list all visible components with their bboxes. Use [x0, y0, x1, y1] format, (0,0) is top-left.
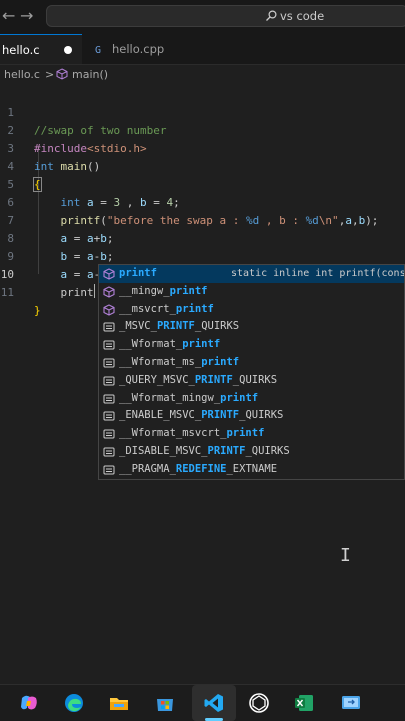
code-line: 1 //swap of two number — [0, 86, 405, 137]
method-cube-icon — [103, 303, 115, 316]
excel-icon[interactable] — [293, 692, 315, 714]
suggestion-item[interactable]: _MSVC_PRINTF_QUIRKS — [99, 318, 404, 336]
editor-tabs: hello.c G hello.cpp — [0, 34, 405, 65]
code-line: 2 #include<stdio.h> — [0, 104, 405, 155]
svg-text:G: G — [95, 45, 101, 55]
breadcrumb-symbol[interactable]: main() — [72, 68, 108, 81]
search-icon — [266, 10, 277, 21]
cube-icon — [56, 68, 68, 83]
arrow-left-icon[interactable]: ← — [2, 6, 15, 25]
constant-icon — [103, 376, 115, 386]
arrow-right-icon[interactable]: → — [20, 6, 33, 25]
suggestion-item[interactable]: __Wformat_msvcrt_printf — [99, 425, 404, 443]
tab-hello-cpp[interactable]: G hello.cpp — [83, 34, 183, 64]
code-line: 4 { — [0, 140, 405, 192]
suggestion-label: _MSVC_PRINTF_QUIRKS — [119, 320, 240, 333]
suggestion-label: __PRAGMA_REDEFINE_EXTNAME — [119, 462, 278, 475]
remote-desktop-icon[interactable] — [340, 692, 362, 714]
text-cursor — [93, 284, 95, 298]
breadcrumb-separator: > — [45, 68, 55, 81]
tab-label: hello.cpp — [112, 42, 165, 56]
suggestion-item[interactable]: __Wformat_mingw_printf — [99, 390, 404, 408]
suggestion-label: _DISABLE_MSVC_PRINTF_QUIRKS — [119, 445, 290, 457]
suggestion-label: __msvcrt_printf — [119, 302, 214, 315]
constant-icon — [103, 465, 115, 475]
constant-icon — [103, 429, 115, 439]
suggestion-item[interactable]: __mingw_printf — [99, 283, 404, 301]
suggestion-label: __Wformat_ms_printf — [119, 356, 240, 368]
suggestion-item[interactable]: __Wformat_printf — [99, 336, 404, 354]
chatgpt-icon[interactable] — [248, 692, 270, 714]
suggestion-item[interactable]: _ENABLE_MSVC_PRINTF_QUIRKS — [99, 407, 404, 425]
search-text: vs code — [280, 9, 325, 23]
copilot-icon[interactable] — [18, 692, 40, 714]
store-icon[interactable] — [154, 692, 176, 714]
autocomplete-suggestions: printf static inline int printf(cons __min… — [98, 264, 405, 480]
cpp-file-icon: G — [95, 45, 101, 55]
suggestion-item[interactable]: __PRAGMA_REDEFINE_EXTNAME — [99, 461, 404, 479]
suggestion-item[interactable]: __Wformat_ms_printf — [99, 354, 404, 372]
unsaved-dot-icon[interactable] — [64, 46, 72, 54]
code-line: 8 b = a-b; — [0, 212, 405, 263]
tab-label: hello.c — [2, 43, 40, 57]
suggestion-label: _QUERY_MSVC_PRINTF_QUIRKS — [119, 373, 278, 386]
suggestion-label: __Wformat_mingw_printf — [119, 391, 259, 404]
breadcrumb-file[interactable]: hello.c — [4, 68, 40, 81]
method-cube-icon — [103, 286, 115, 298]
method-cube-icon — [103, 268, 115, 280]
code-line: 7 a = a+b; — [0, 194, 405, 245]
constant-icon — [103, 340, 115, 350]
windows-taskbar — [0, 684, 405, 721]
tab-hello-c[interactable]: hello.c — [0, 34, 82, 64]
suggestion-label: __Wformat_msvcrt_printf — [119, 427, 265, 440]
suggestion-label: _ENABLE_MSVC_PRINTF_QUIRKS — [119, 409, 284, 422]
suggestion-label: printf — [119, 267, 157, 279]
code-line: 9 a = a-b; — [0, 230, 405, 281]
file-explorer-icon[interactable] — [108, 692, 130, 714]
constant-icon — [103, 358, 115, 368]
constant-icon — [103, 322, 115, 332]
command-center-search[interactable]: vs code — [46, 5, 405, 27]
suggestion-label: __mingw_printf — [119, 284, 208, 297]
code-line: 3 int main() — [0, 122, 405, 173]
constant-icon — [103, 411, 115, 421]
suggestion-label: __Wformat_printf — [119, 338, 221, 351]
title-bar: ← → vs code — [0, 0, 405, 34]
constant-icon — [103, 447, 115, 457]
suggestion-item[interactable]: printf static inline int printf(cons — [99, 265, 405, 283]
mouse-text-cursor-icon: I — [340, 545, 351, 566]
suggestion-item[interactable]: __msvcrt_printf — [99, 301, 404, 319]
vscode-icon[interactable] — [203, 692, 225, 714]
constant-icon — [103, 394, 115, 404]
suggestion-item[interactable]: _QUERY_MSVC_PRINTF_QUIRKS — [99, 372, 404, 390]
edge-icon[interactable] — [63, 692, 85, 714]
suggestion-detail: static inline int printf(cons — [231, 268, 405, 279]
typed-text: print — [60, 286, 94, 299]
suggestion-item[interactable]: _DISABLE_MSVC_PRINTF_QUIRKS — [99, 443, 404, 461]
line-number: 11 — [0, 286, 14, 299]
code-line: 6 printf("before the swap a : %d , b : %… — [0, 176, 405, 227]
code-line: 5 int a = 3 , b = 4; — [0, 158, 405, 209]
